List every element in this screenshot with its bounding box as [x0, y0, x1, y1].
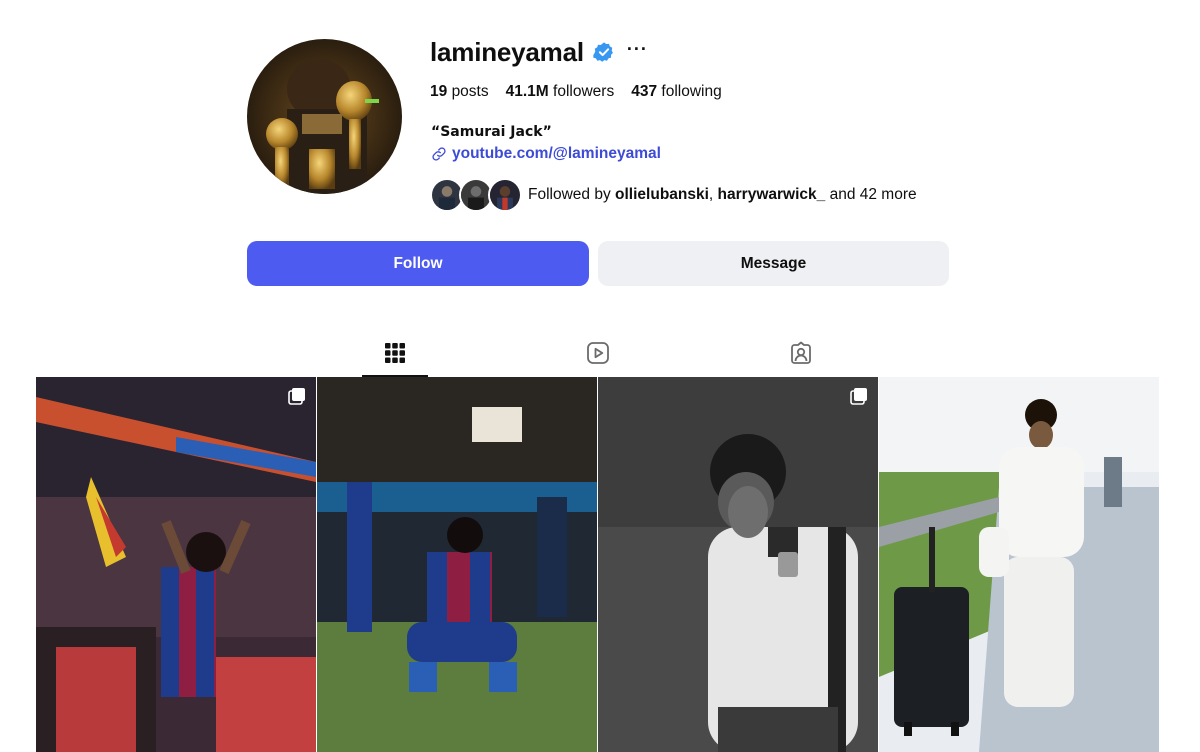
followed-by-user-2[interactable]: harrywarwick_ [718, 186, 826, 203]
followers-label: followers [553, 83, 615, 100]
profile-full-name: “Samurai Jack” [431, 124, 552, 140]
followed-by-suffix: and 42 more [829, 186, 917, 203]
post-image [598, 377, 878, 752]
post-image [317, 377, 597, 752]
post-thumbnail[interactable] [879, 377, 1159, 752]
follow-button[interactable]: Follow [247, 241, 589, 286]
posts-label: posts [451, 83, 489, 100]
posts-stat: 19 posts [430, 83, 489, 101]
grid-icon [385, 343, 405, 363]
following-label: following [661, 83, 722, 100]
reels-icon [587, 342, 609, 364]
followed-by-row[interactable]: Followed by ollielubanski, harrywarwick_… [430, 178, 917, 212]
followed-by-prefix: Followed by [528, 186, 611, 203]
posts-grid [36, 377, 1159, 752]
post-image [879, 377, 1159, 752]
profile-stats: 19 posts 41.1M followers 437 following [430, 83, 722, 101]
more-options-icon[interactable]: ··· [627, 40, 648, 64]
mutual-avatars [430, 178, 522, 212]
link-icon [432, 147, 446, 161]
profile-tabs [362, 335, 868, 377]
followed-by-text: Followed by ollielubanski, harrywarwick_… [528, 186, 917, 204]
avatar-image [247, 39, 402, 194]
verified-badge-icon [593, 42, 613, 62]
post-image [36, 377, 316, 752]
tab-posts[interactable] [362, 335, 428, 377]
post-thumbnail[interactable] [317, 377, 597, 752]
posts-count: 19 [430, 83, 448, 100]
post-thumbnail[interactable] [598, 377, 878, 752]
post-thumbnail[interactable] [36, 377, 316, 752]
mutual-avatar [488, 178, 522, 212]
tagged-icon [791, 341, 811, 364]
username: lamineyamal [430, 36, 584, 67]
profile-link-row: youtube.com/@lamineyamal [431, 145, 661, 163]
followed-by-separator: , [708, 186, 714, 203]
message-button[interactable]: Message [598, 241, 949, 286]
username-row: lamineyamal ··· [430, 34, 648, 70]
followers-stat[interactable]: 41.1M followers [506, 83, 615, 101]
profile-avatar[interactable] [247, 39, 402, 194]
tab-reels[interactable] [565, 335, 631, 377]
tab-tagged[interactable] [768, 335, 834, 377]
followed-by-user-1[interactable]: ollielubanski [615, 186, 709, 203]
following-count: 437 [631, 83, 658, 100]
multi-photo-icon [850, 388, 867, 405]
following-stat[interactable]: 437 following [631, 83, 722, 101]
profile-link[interactable]: youtube.com/@lamineyamal [452, 145, 661, 163]
followers-count: 41.1M [505, 83, 549, 100]
multi-photo-icon [288, 388, 305, 405]
